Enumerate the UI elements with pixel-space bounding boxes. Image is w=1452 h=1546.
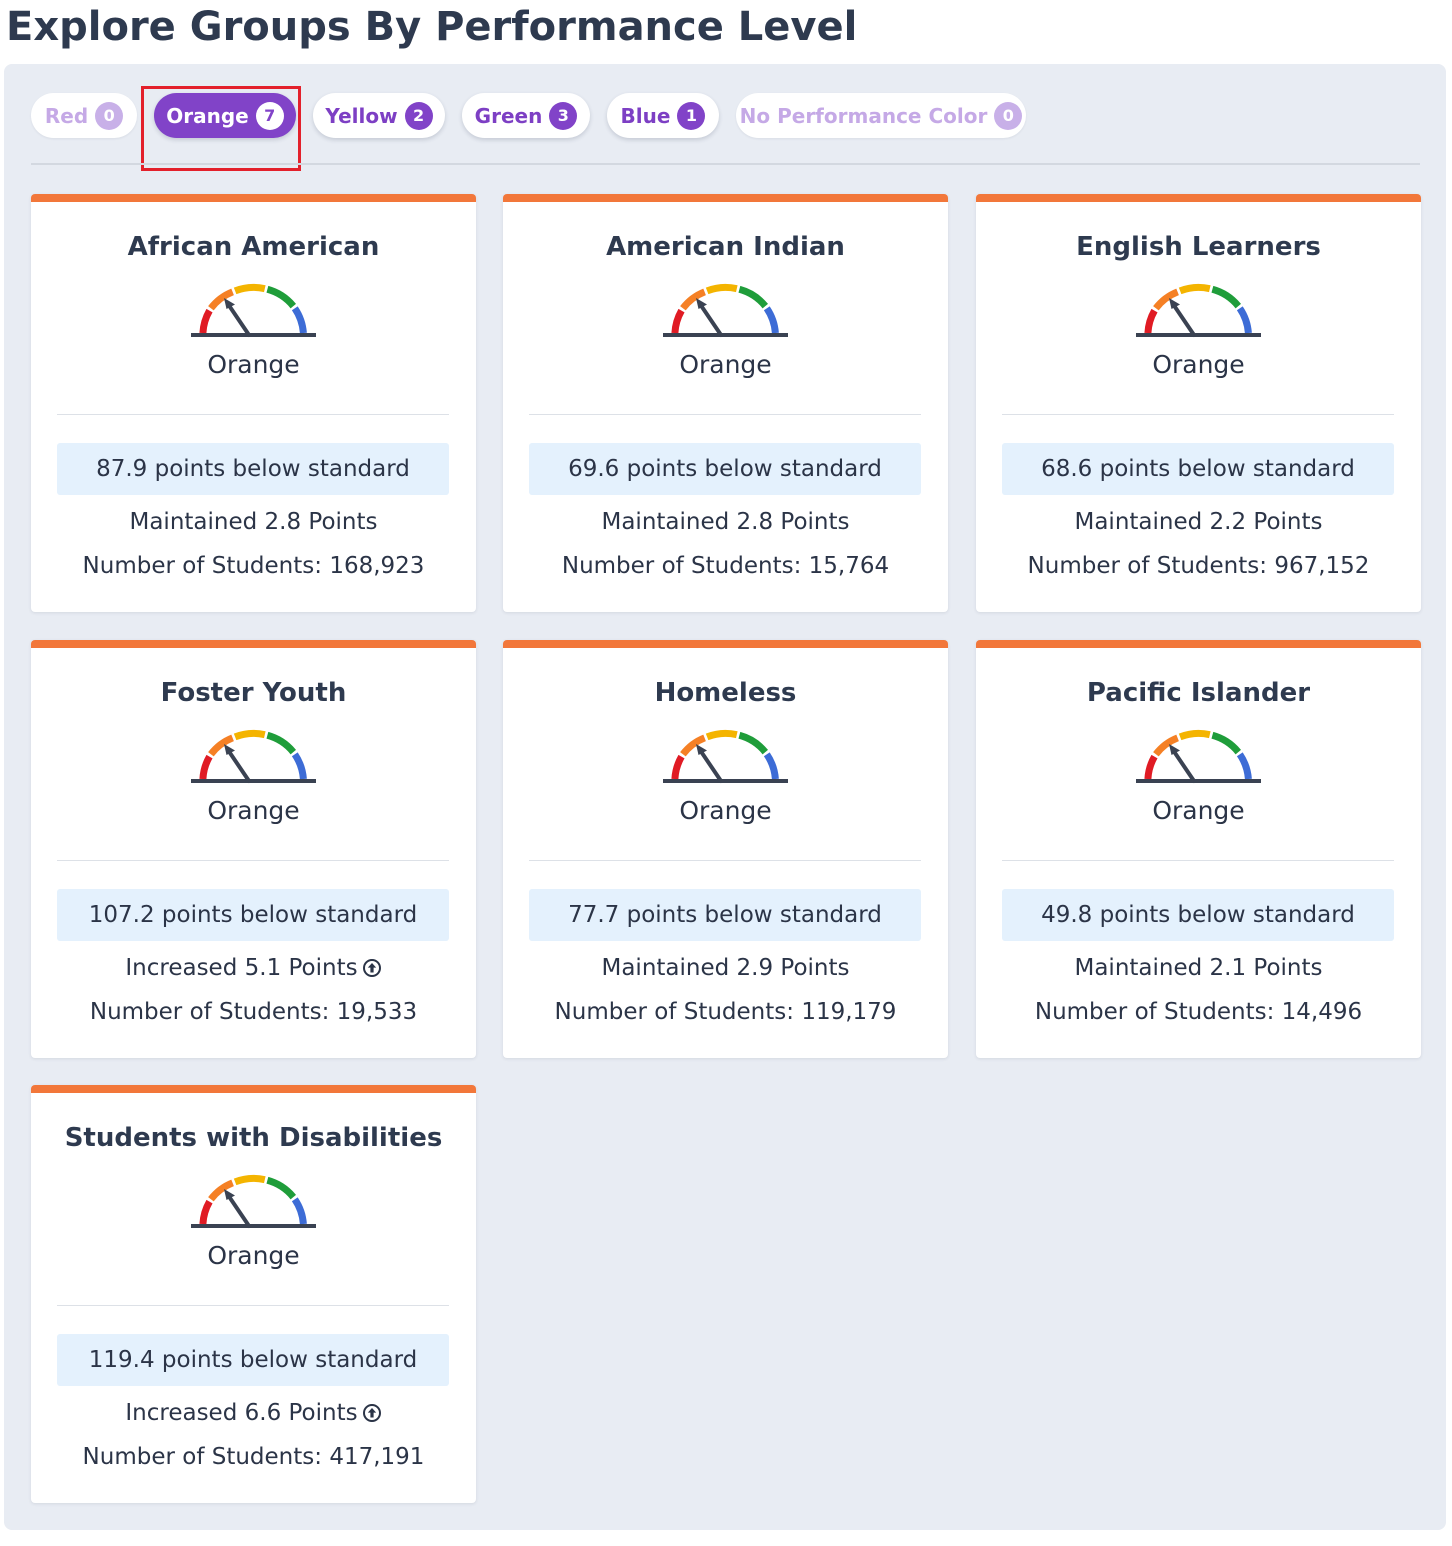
change-label: Increased 6.6 Points <box>125 1400 358 1426</box>
student-count: Number of Students: 417,191 <box>82 1444 425 1470</box>
performance-filter-bar: Red 0 Orange 7 Yellow 2 Green 3 Blue 1 N… <box>4 64 1446 164</box>
filter-chip-count: 7 <box>255 101 284 130</box>
status-metric: 119.4 points below standard <box>57 1334 449 1386</box>
change-metric: Maintained 2.8 Points <box>503 509 948 535</box>
arrow-up-circle-icon <box>362 959 381 977</box>
student-count: Number of Students: 14,496 <box>1034 999 1363 1025</box>
performance-gauge-icon <box>191 729 316 783</box>
change-label: Increased 5.1 Points <box>125 955 358 981</box>
filter-chip-green[interactable]: Green 3 <box>462 93 590 138</box>
filter-chip-count: 0 <box>95 101 124 130</box>
filter-chip-count: 3 <box>549 101 578 130</box>
change-metric: Increased 5.1 Points <box>31 955 476 981</box>
change-label: Maintained 2.1 Points <box>1074 955 1323 981</box>
card-divider <box>529 414 921 415</box>
performance-level-label: Orange <box>207 796 300 825</box>
change-metric: Maintained 2.8 Points <box>31 509 476 535</box>
filter-chip-label: Yellow <box>325 103 398 128</box>
arrow-up-circle-icon <box>362 1404 381 1422</box>
group-name: Homeless <box>654 678 797 708</box>
status-metric: 77.7 points below standard <box>529 889 921 941</box>
performance-level-label: Orange <box>679 350 772 379</box>
filter-chip-orange[interactable]: Orange 7 <box>154 93 296 138</box>
change-label: Maintained 2.9 Points <box>601 955 850 981</box>
page-title: Explore Groups By Performance Level <box>6 4 858 50</box>
card-divider <box>57 414 449 415</box>
group-card-pacific-islander[interactable]: Pacific Islander Orange 49.8 points belo… <box>976 640 1421 1058</box>
filter-chip-label: No Performance Color <box>739 103 988 128</box>
filter-chip-label: Red <box>44 103 89 128</box>
filter-chip-count: 0 <box>994 101 1023 130</box>
filter-chip-count: 1 <box>677 101 706 130</box>
performance-level-label: Orange <box>207 350 300 379</box>
change-label: Maintained 2.8 Points <box>601 509 850 535</box>
filter-chip-red[interactable]: Red 0 <box>31 93 137 138</box>
performance-gauge-icon <box>191 1174 316 1228</box>
filter-chip-label: Blue <box>620 103 671 128</box>
performance-gauge-icon <box>663 729 788 783</box>
filter-chip-blue[interactable]: Blue 1 <box>607 93 719 138</box>
filter-chip-label: Green <box>474 103 543 128</box>
performance-level-label: Orange <box>1152 796 1245 825</box>
student-count: Number of Students: 19,533 <box>89 999 418 1025</box>
student-count: Number of Students: 967,152 <box>1027 553 1370 579</box>
filter-chip-no-performance-color[interactable]: No Performance Color 0 <box>736 93 1026 138</box>
group-name: Students with Disabilities <box>64 1123 443 1153</box>
group-card-students-with-disabilities[interactable]: Students with Disabilities Orange 119.4 … <box>31 1085 476 1503</box>
card-divider <box>1002 414 1394 415</box>
student-count: Number of Students: 119,179 <box>554 999 897 1025</box>
group-name: Foster Youth <box>160 678 347 708</box>
group-card-foster-youth[interactable]: Foster Youth Orange 107.2 points below s… <box>31 640 476 1058</box>
filter-divider <box>31 163 1420 165</box>
performance-level-label: Orange <box>679 796 772 825</box>
performance-level-label: Orange <box>207 1241 300 1270</box>
change-metric: Increased 6.6 Points <box>31 1400 476 1426</box>
card-divider <box>1002 860 1394 861</box>
performance-gauge-icon <box>1136 729 1261 783</box>
filter-chip-yellow[interactable]: Yellow 2 <box>313 93 445 138</box>
group-name: American Indian <box>606 232 845 262</box>
card-divider <box>57 1305 449 1306</box>
performance-gauge-icon <box>1136 283 1261 337</box>
change-metric: Maintained 2.2 Points <box>976 509 1421 535</box>
change-label: Maintained 2.2 Points <box>1074 509 1323 535</box>
status-metric: 87.9 points below standard <box>57 443 449 495</box>
performance-gauge-icon <box>663 283 788 337</box>
performance-gauge-icon <box>191 283 316 337</box>
group-card-african-american[interactable]: African American Orange 87.9 points belo… <box>31 194 476 612</box>
change-label: Maintained 2.8 Points <box>129 509 378 535</box>
group-card-homeless[interactable]: Homeless Orange 77.7 points below standa… <box>503 640 948 1058</box>
change-metric: Maintained 2.1 Points <box>976 955 1421 981</box>
card-divider <box>57 860 449 861</box>
card-divider <box>529 860 921 861</box>
group-name: African American <box>127 232 380 262</box>
groups-panel: Red 0 Orange 7 Yellow 2 Green 3 Blue 1 N… <box>4 64 1446 1530</box>
student-count: Number of Students: 15,764 <box>561 553 890 579</box>
status-metric: 69.6 points below standard <box>529 443 921 495</box>
status-metric: 49.8 points below standard <box>1002 889 1394 941</box>
status-metric: 68.6 points below standard <box>1002 443 1394 495</box>
group-card-american-indian[interactable]: American Indian Orange 69.6 points below… <box>503 194 948 612</box>
change-metric: Maintained 2.9 Points <box>503 955 948 981</box>
student-count: Number of Students: 168,923 <box>82 553 425 579</box>
status-metric: 107.2 points below standard <box>57 889 449 941</box>
filter-chip-label: Orange <box>166 103 249 128</box>
filter-chip-count: 2 <box>404 101 433 130</box>
group-card-english-learners[interactable]: English Learners Orange 68.6 points belo… <box>976 194 1421 612</box>
performance-level-label: Orange <box>1152 350 1245 379</box>
group-name: Pacific Islander <box>1086 678 1311 708</box>
group-name: English Learners <box>1076 232 1321 262</box>
